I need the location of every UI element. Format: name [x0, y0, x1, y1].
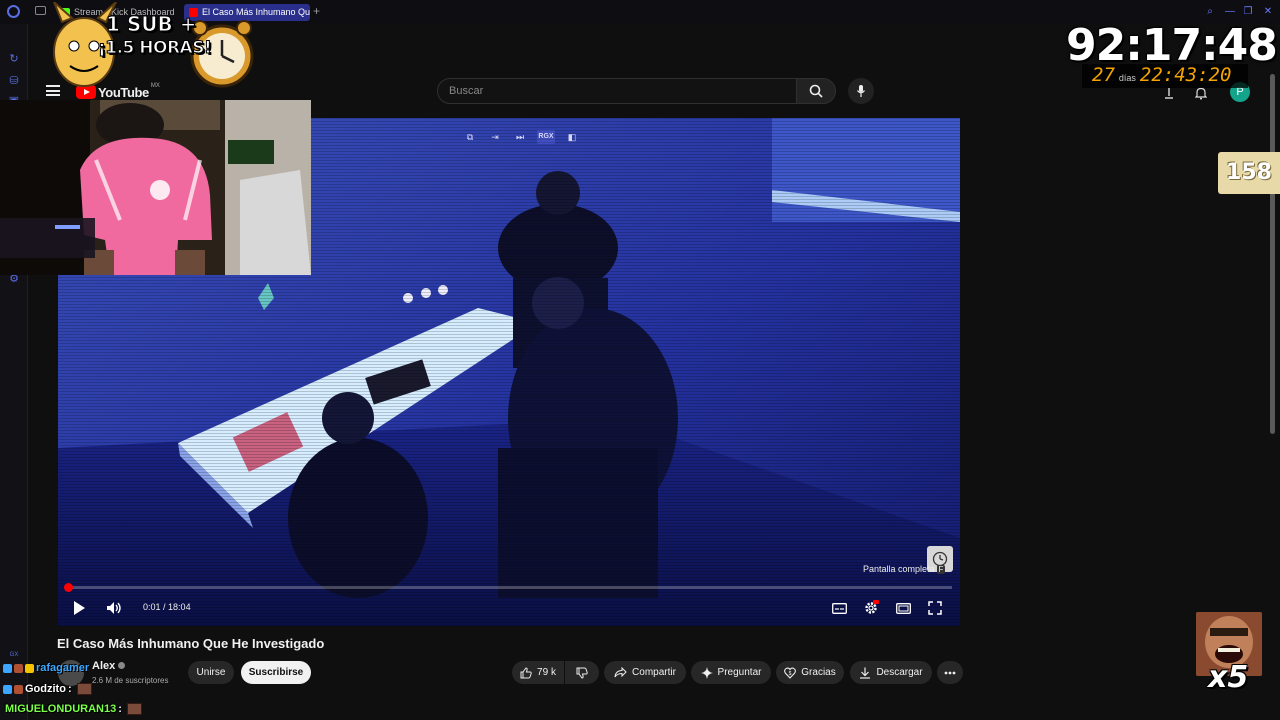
- bell-icon: [1195, 87, 1207, 100]
- play-icon: [74, 601, 85, 615]
- sub-counter: 158: [1218, 152, 1280, 194]
- fullscreen-icon: [928, 601, 942, 615]
- minimize-icon[interactable]: —: [1224, 6, 1236, 18]
- screen: Stream - Kick Dashboard El Caso Más Inhu…: [0, 0, 1280, 720]
- maximize-icon[interactable]: ❐: [1242, 6, 1254, 18]
- countdown-days: 27: [1092, 64, 1115, 86]
- thanks-button[interactable]: $ Gracias: [776, 661, 844, 684]
- chat-badge-icon: [14, 684, 23, 694]
- chat-badge-icon: [25, 663, 34, 673]
- join-button[interactable]: Unirse: [188, 661, 234, 684]
- chat-emote-image: [126, 703, 142, 715]
- time-display: 0:01 / 18:04: [143, 602, 191, 612]
- countdown-panel: 27 días 22:43:20: [1082, 64, 1248, 88]
- sidebar-refresh-icon[interactable]: ↻: [7, 52, 21, 66]
- sidebar-gx-icon[interactable]: GX: [7, 648, 21, 662]
- popout-icon[interactable]: ⧉: [462, 130, 478, 144]
- scrubber-handle[interactable]: [63, 583, 73, 592]
- settings-button[interactable]: [862, 599, 880, 617]
- chat-emote-image: [76, 683, 92, 695]
- subscriber-count: 2.6 M de suscriptores: [92, 676, 169, 685]
- sparkle-icon: [700, 666, 713, 679]
- search-box: [437, 78, 797, 104]
- channel-name[interactable]: Alex: [92, 660, 126, 672]
- banner-line1: 1 SUB +: [106, 12, 197, 37]
- chat-message: MIGUELONDURAN13:: [5, 703, 142, 715]
- video-title: El Caso Más Inhumano Que He Investigado: [57, 636, 325, 651]
- chat-message: Godzito:: [3, 683, 92, 695]
- thanks-heart-icon: $: [784, 667, 797, 679]
- thumbs-up-icon: [520, 666, 532, 678]
- webcam-overlay: [0, 100, 311, 275]
- tooltip-shortcut: F: [936, 565, 946, 574]
- search-tabs-icon[interactable]: ⌕: [1204, 6, 1216, 18]
- search-button[interactable]: [796, 78, 836, 104]
- chat-badge-icon: [14, 663, 23, 673]
- dislike-button[interactable]: [565, 661, 599, 684]
- miniplayer-icon[interactable]: ◧: [564, 130, 580, 144]
- share-icon: [614, 667, 627, 678]
- progress-bar[interactable]: [63, 583, 952, 592]
- download-icon: [860, 667, 871, 679]
- countdown-time: 22:43:20: [1139, 64, 1232, 86]
- more-horizontal-icon: [944, 671, 956, 674]
- gear-icon: [865, 600, 879, 614]
- share-label: Compartir: [632, 667, 676, 678]
- emote-multiplier: x5: [1208, 660, 1249, 695]
- subtitles-button[interactable]: [830, 599, 848, 617]
- thanks-label: Gracias: [801, 667, 836, 678]
- fullscreen-tooltip: Pantalla completa F: [863, 564, 946, 574]
- chat-username: rafagamer: [36, 662, 90, 674]
- join-label: Unirse: [196, 667, 226, 678]
- upload-icon: [1165, 88, 1173, 99]
- svg-text:$: $: [789, 671, 792, 677]
- download-label: Descargar: [876, 667, 923, 678]
- subscribe-label: Suscribirse: [248, 667, 304, 678]
- chat-badge-icon: [3, 684, 12, 694]
- play-button[interactable]: [70, 599, 88, 617]
- like-count: 79 k: [537, 667, 556, 678]
- more-actions-button[interactable]: [937, 661, 963, 684]
- skip-icon[interactable]: ⏭: [512, 130, 528, 144]
- duration: 18:04: [168, 602, 191, 612]
- rgx-button[interactable]: RGX: [537, 130, 555, 144]
- close-window-icon[interactable]: ✕: [1262, 6, 1274, 18]
- share-button[interactable]: Compartir: [604, 661, 686, 684]
- ask-label: Preguntar: [717, 667, 762, 678]
- search-icon: [809, 84, 823, 98]
- chat-username: Godzito: [25, 683, 66, 695]
- sidebar-bag-icon[interactable]: ⛁: [7, 74, 21, 88]
- webcam-feed: [0, 100, 311, 275]
- like-button[interactable]: 79 k: [512, 661, 564, 684]
- theater-icon: [895, 602, 911, 614]
- countdown-days-label: días: [1118, 73, 1136, 83]
- scrollbar-thumb[interactable]: [1270, 74, 1275, 434]
- search-input[interactable]: [438, 79, 796, 103]
- theater-mode-button[interactable]: [894, 599, 912, 617]
- verified-icon: [118, 662, 126, 669]
- sub-reward-banner: 1 SUB + ¡1.5 HORAS!: [32, 1, 262, 96]
- player-top-controls: ⧉ ⇥ ⏭ RGX ◧: [462, 130, 580, 144]
- download-button[interactable]: Descargar: [850, 661, 932, 684]
- fullscreen-button[interactable]: [926, 599, 944, 617]
- voice-search-button[interactable]: [848, 78, 874, 104]
- channel-name-text: Alex: [92, 660, 116, 672]
- thumbs-down-icon: [576, 667, 588, 679]
- chat-message: rafagamer: [3, 662, 89, 674]
- opera-logo-icon[interactable]: [7, 5, 20, 18]
- ask-button[interactable]: Preguntar: [691, 661, 771, 684]
- new-tab-button[interactable]: +: [313, 4, 320, 18]
- chat-username: MIGUELONDURAN13: [5, 703, 117, 715]
- current-time: 0:01: [143, 602, 161, 612]
- share-out-icon[interactable]: ⇥: [487, 130, 503, 144]
- chat-badge-icon: [3, 663, 12, 673]
- microphone-icon: [857, 85, 865, 97]
- subscribe-button[interactable]: Suscribirse: [241, 661, 311, 684]
- tooltip-text: Pantalla completa: [863, 564, 935, 574]
- captions-icon: [831, 602, 847, 614]
- volume-button[interactable]: [104, 599, 124, 617]
- volume-icon: [107, 602, 121, 614]
- banner-line2: ¡1.5 HORAS!: [97, 38, 212, 59]
